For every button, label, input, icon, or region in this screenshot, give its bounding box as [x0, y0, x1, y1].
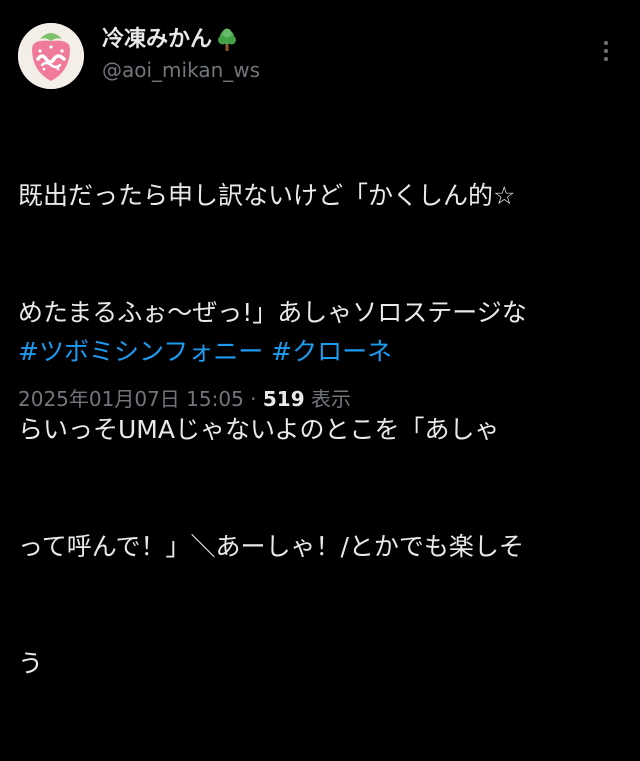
strawberry-avatar-icon: [18, 23, 84, 89]
views-label: 表示: [310, 387, 351, 411]
hashtag-link[interactable]: #ツボミシンフォニー: [18, 337, 263, 366]
tweet-header: 冷凍みかん @aoi_mikan_ws: [18, 20, 622, 90]
tweet-text-line: 既出だったら申し訳ないけど「かくしん的☆: [18, 181, 516, 210]
more-dot: [604, 41, 608, 45]
author-names: 冷凍みかん @aoi_mikan_ws: [102, 26, 260, 84]
tweet: 冷凍みかん @aoi_mikan_ws 既出だったら申し訳ないけど「かくしん的☆…: [0, 0, 640, 678]
author-handle[interactable]: @aoi_mikan_ws: [102, 56, 260, 84]
meta-separator: ·: [250, 387, 257, 411]
tweet-text: 既出だったら申し訳ないけど「かくしん的☆ めたまるふぉ〜ぜっ!」あしゃソロステー…: [18, 98, 628, 761]
tree-icon: [214, 27, 240, 53]
avatar[interactable]: [18, 23, 84, 89]
hashtag-row: #ツボミシンフォニー #クローネ: [18, 332, 392, 371]
author-display-name[interactable]: 冷凍みかん: [102, 26, 260, 54]
hashtag-link[interactable]: #クローネ: [271, 337, 392, 366]
tweet-meta: 2025年01月07日 15:05 · 519 表示: [18, 383, 351, 415]
tweet-text-line: って呼んで！」＼あーしゃ！/とかでも楽しそ: [18, 532, 524, 561]
more-options-icon[interactable]: [594, 36, 618, 66]
tweet-text-line: う: [18, 649, 44, 678]
views-count: 519: [262, 387, 305, 411]
author-display-name-text[interactable]: 冷凍みかん: [102, 26, 212, 54]
more-dot: [604, 49, 608, 53]
timestamp-link[interactable]: 2025年01月07日 15:05: [18, 387, 244, 411]
tweet-text-line: めたまるふぉ〜ぜっ!」あしゃソロステージな: [18, 298, 527, 327]
tweet-text-line: らいっそUMAじゃないよのとこを「あしゃ: [18, 415, 500, 444]
more-dot: [604, 57, 608, 61]
